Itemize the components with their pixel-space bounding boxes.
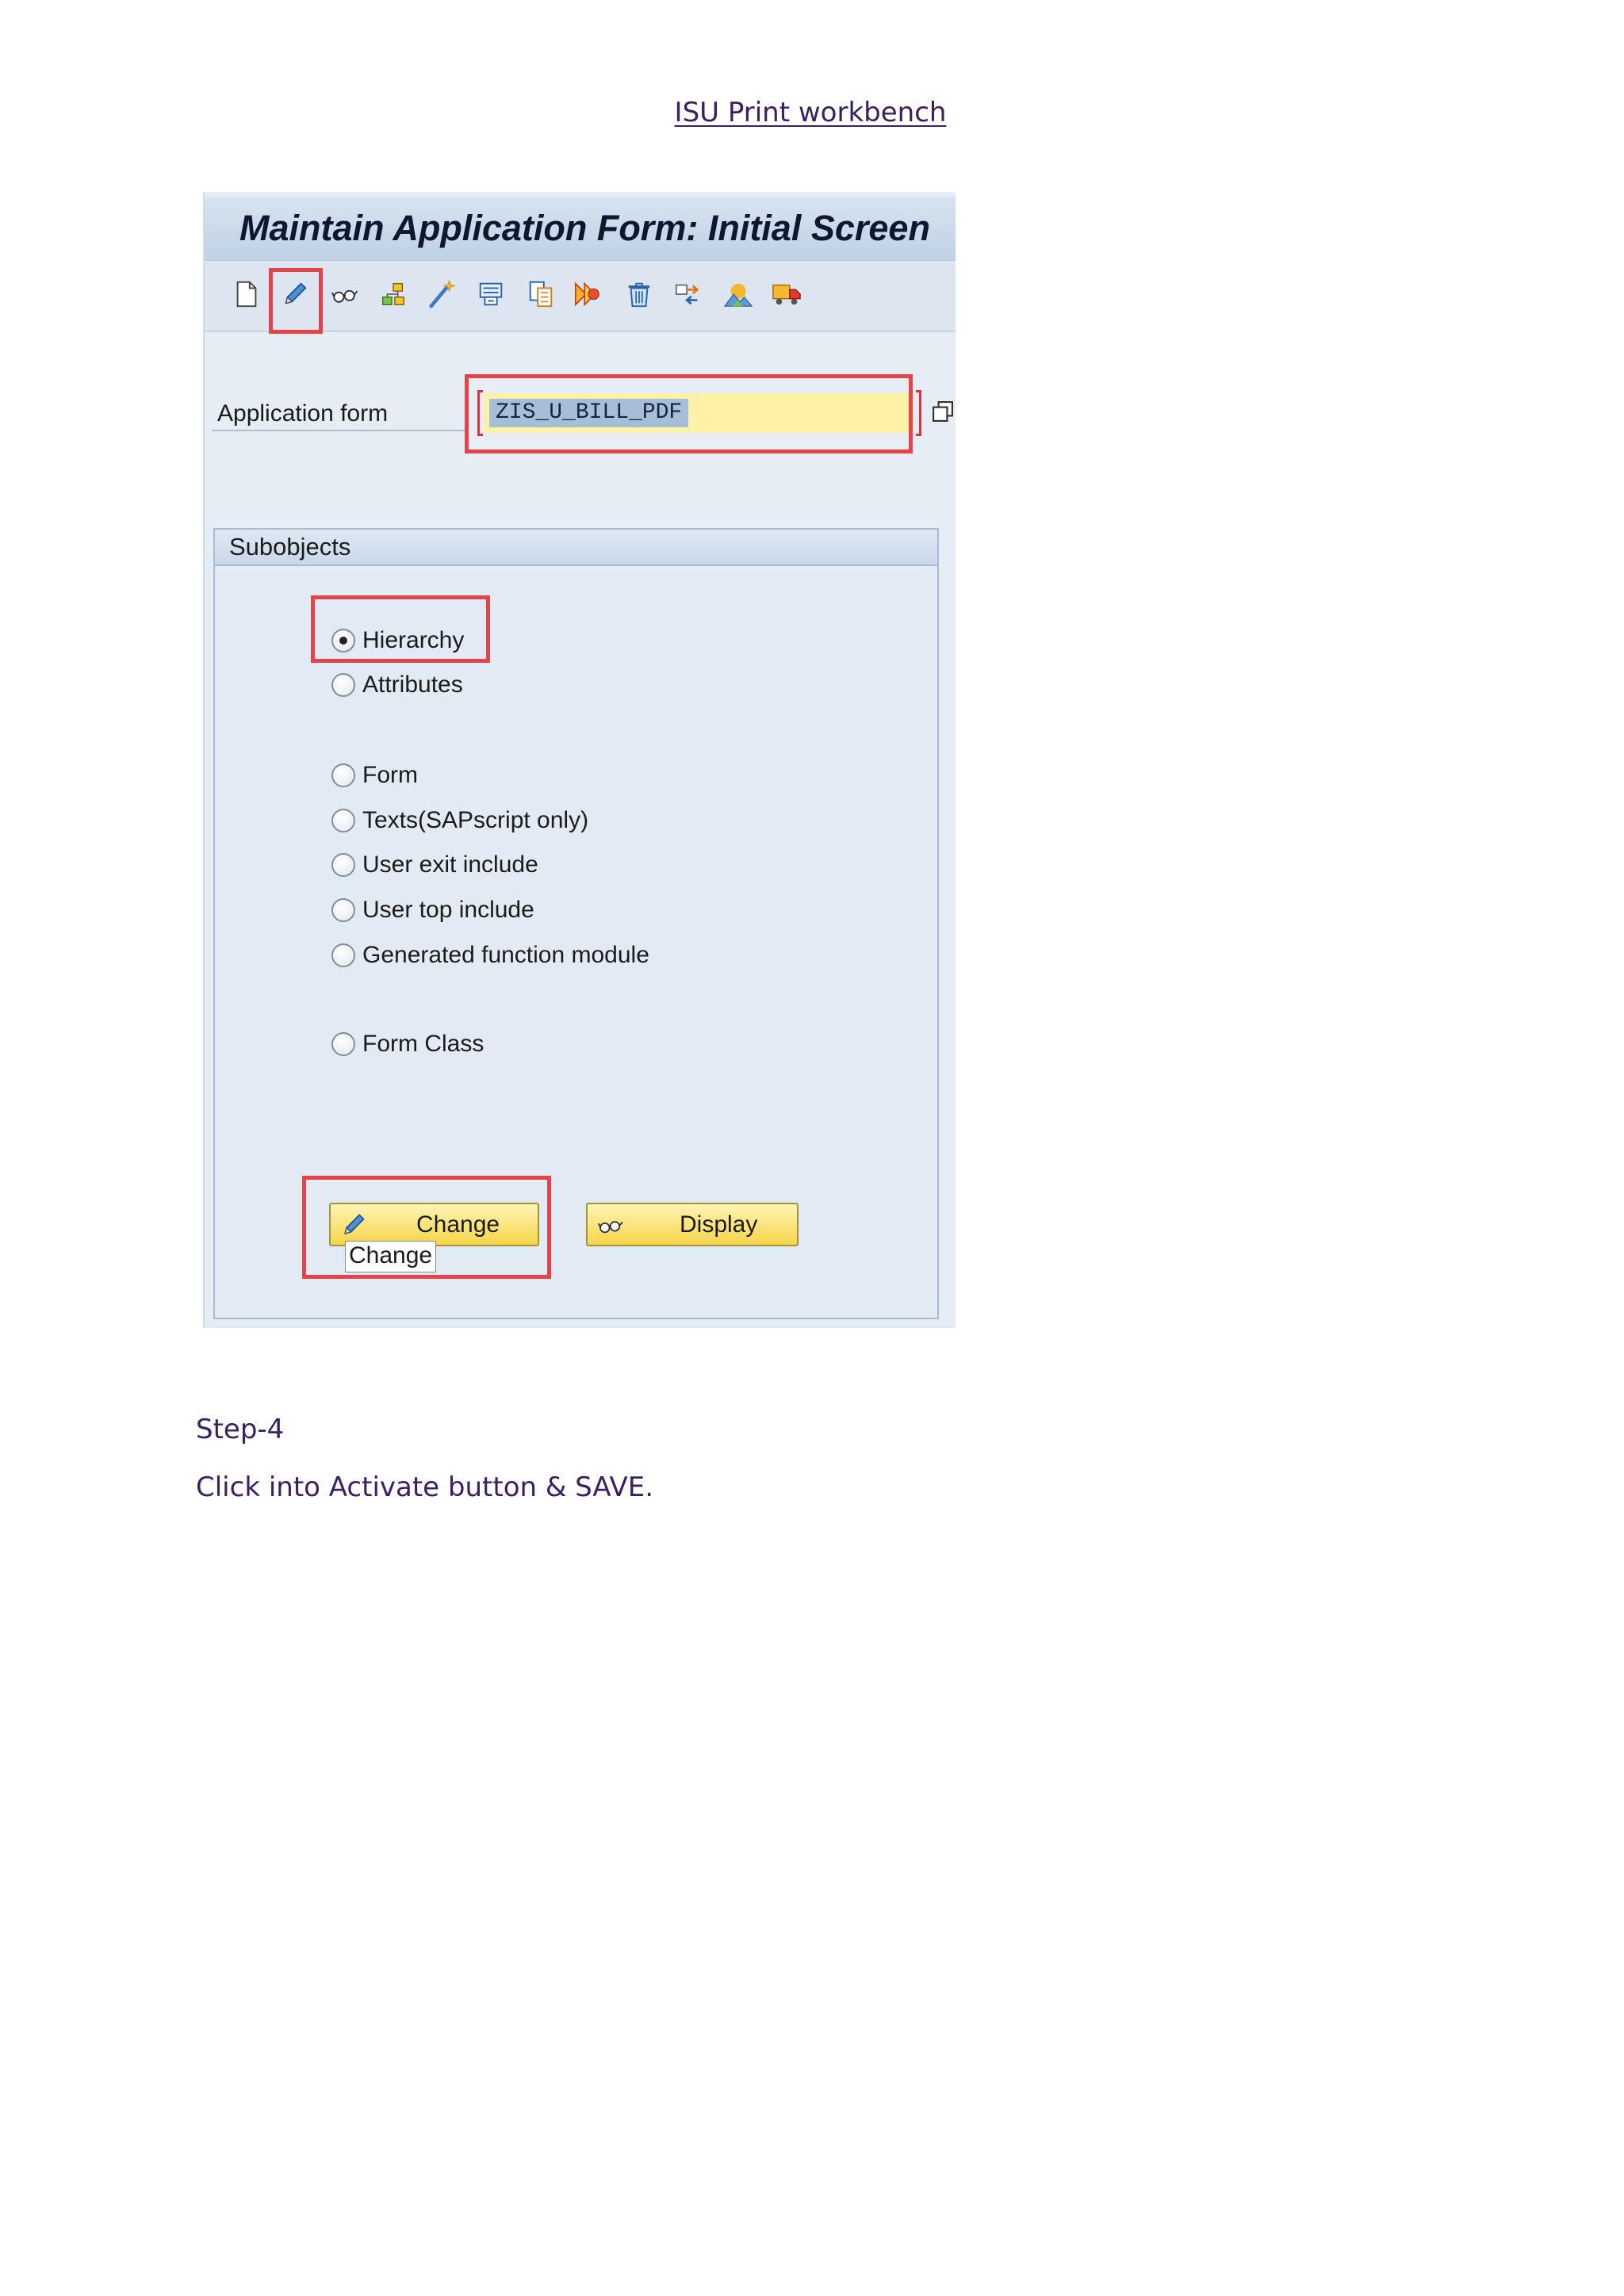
application-form-label: Application form: [217, 400, 389, 427]
hierarchy-icon: [378, 279, 408, 309]
print-toolbar-button[interactable]: [473, 277, 508, 312]
picture-icon: [723, 279, 753, 309]
radio-button[interactable]: [331, 1032, 355, 1056]
subobjects-header: Subobjects: [215, 530, 937, 566]
radio-button[interactable]: [331, 853, 355, 877]
radio-label: User exit include: [362, 851, 538, 878]
field-bracket-right: [916, 390, 921, 436]
truck-icon: [772, 279, 802, 309]
radio-button[interactable]: [331, 763, 355, 787]
radio-label: Attributes: [362, 672, 463, 698]
truck-toolbar-button[interactable]: [769, 277, 804, 312]
window-title-bar: Maintain Application Form: Initial Scree…: [205, 197, 956, 261]
radio-label: Texts(SAPscript only): [362, 807, 589, 833]
document-heading-link[interactable]: ISU Print workbench: [675, 97, 947, 128]
radio-label: Form: [362, 762, 418, 788]
radio-label: User top include: [362, 897, 534, 923]
glasses-icon: [596, 1211, 625, 1239]
display-button[interactable]: Display: [586, 1203, 799, 1246]
radio-button[interactable]: [331, 943, 355, 967]
delete-toolbar-button[interactable]: [622, 277, 657, 312]
radio-option-form-class[interactable]: Form Class: [331, 1028, 484, 1060]
radio-label: Generated function module: [362, 942, 649, 968]
subobjects-group: Subobjects Hierarchy Attributes Form Tex…: [213, 528, 939, 1319]
magic-wand-icon: [427, 279, 457, 309]
highlight-box-change-button: [302, 1176, 551, 1279]
activate-toolbar-button[interactable]: [570, 277, 605, 312]
copy-toolbar-button[interactable]: [523, 277, 558, 312]
highlight-box-change-icon: [269, 268, 323, 334]
form-print-icon: [476, 279, 506, 309]
copy-icon: [526, 279, 556, 309]
step-label: Step-4: [196, 1414, 285, 1445]
radio-option-attributes[interactable]: Attributes: [331, 669, 463, 701]
label-underline: [212, 430, 465, 431]
new-document-icon: [232, 279, 262, 309]
picture-toolbar-button[interactable]: [721, 277, 756, 312]
radio-option-generated-function-module[interactable]: Generated function module: [331, 939, 649, 971]
highlight-box-hierarchy: [311, 595, 490, 663]
generate-toolbar-button[interactable]: [424, 277, 459, 312]
sap-screenshot: Maintain Application Form: Initial Scree…: [203, 192, 956, 1328]
highlight-box-application-form: [465, 374, 913, 453]
hierarchy-toolbar-button[interactable]: [376, 277, 411, 312]
document-page: ISU Print workbench Maintain Application…: [0, 0, 1624, 2296]
glasses-icon: [330, 279, 360, 309]
radio-button[interactable]: [331, 898, 355, 922]
radio-button[interactable]: [331, 673, 355, 697]
document-heading[interactable]: ISU Print workbench: [0, 95, 1621, 130]
transport-icon: [673, 279, 703, 309]
radio-option-texts[interactable]: Texts(SAPscript only): [331, 805, 588, 836]
subobjects-title: Subobjects: [229, 533, 351, 561]
window-title: Maintain Application Form: Initial Scree…: [239, 208, 930, 248]
radio-option-user-exit-include[interactable]: User exit include: [331, 849, 538, 881]
radio-option-user-top-include[interactable]: User top include: [331, 894, 534, 926]
radio-option-form[interactable]: Form: [331, 760, 418, 791]
display-button-label: Display: [680, 1211, 758, 1238]
trash-icon: [624, 279, 654, 309]
create-button[interactable]: [229, 277, 264, 312]
multiple-selection-icon: [933, 401, 953, 422]
multiple-selection-button[interactable]: [933, 401, 953, 422]
activate-icon: [573, 279, 603, 309]
transport-toolbar-button[interactable]: [671, 277, 706, 312]
display-toolbar-button[interactable]: [327, 277, 362, 312]
radio-label: Form Class: [362, 1031, 485, 1057]
step-instruction: Click into Activate button & SAVE.: [196, 1471, 654, 1503]
radio-button[interactable]: [331, 809, 355, 832]
